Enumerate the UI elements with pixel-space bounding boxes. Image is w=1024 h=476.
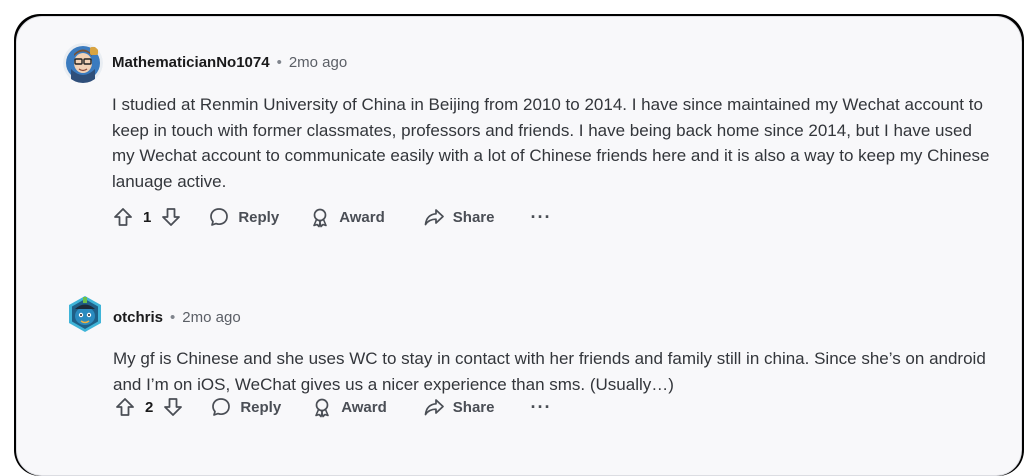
comment-header: MathematicianNo1074 • 2mo ago	[112, 54, 347, 71]
award-label: Award	[339, 208, 385, 226]
separator-dot: •	[170, 309, 176, 326]
avatar[interactable]	[65, 294, 105, 334]
reply-button[interactable]: Reply	[210, 396, 281, 418]
share-label: Share	[452, 398, 495, 416]
share-label: Share	[452, 208, 495, 226]
award-icon	[309, 206, 331, 228]
comments-card: MathematicianNo1074 • 2mo ago I studied …	[16, 16, 1022, 476]
more-options-icon[interactable]: ···	[530, 398, 551, 416]
timestamp[interactable]: 2mo ago	[289, 54, 347, 71]
upvote-icon[interactable]	[112, 206, 134, 228]
share-button[interactable]: Share	[423, 206, 495, 228]
award-icon	[311, 396, 333, 418]
downvote-icon[interactable]	[160, 206, 182, 228]
share-icon	[423, 396, 445, 418]
reply-label: Reply	[240, 398, 282, 416]
comment-header: otchris • 2mo ago	[113, 309, 241, 326]
comment-actions: 2 Reply Award Share ···	[114, 395, 551, 419]
upvote-icon[interactable]	[114, 396, 136, 418]
award-label: Award	[341, 398, 387, 416]
comment-actions: 1 Reply Award Share ···	[112, 205, 551, 229]
reply-button[interactable]: Reply	[208, 206, 279, 228]
award-button[interactable]: Award	[311, 396, 387, 418]
award-button[interactable]: Award	[309, 206, 385, 228]
comment-body: My gf is Chinese and she uses WC to stay…	[113, 349, 986, 394]
vote-count: 1	[143, 208, 152, 226]
avatar[interactable]	[63, 43, 103, 83]
comment-body: I studied at Renmin University of China …	[112, 95, 990, 191]
reply-icon	[210, 396, 232, 418]
timestamp[interactable]: 2mo ago	[182, 309, 240, 326]
username[interactable]: MathematicianNo1074	[112, 54, 270, 71]
vote-count: 2	[145, 398, 154, 416]
reply-icon	[208, 206, 230, 228]
share-icon	[423, 206, 445, 228]
separator-dot: •	[276, 54, 282, 71]
username[interactable]: otchris	[113, 309, 163, 326]
reply-label: Reply	[238, 208, 280, 226]
more-options-icon[interactable]: ···	[530, 208, 551, 226]
share-button[interactable]: Share	[423, 396, 495, 418]
downvote-icon[interactable]	[162, 396, 184, 418]
